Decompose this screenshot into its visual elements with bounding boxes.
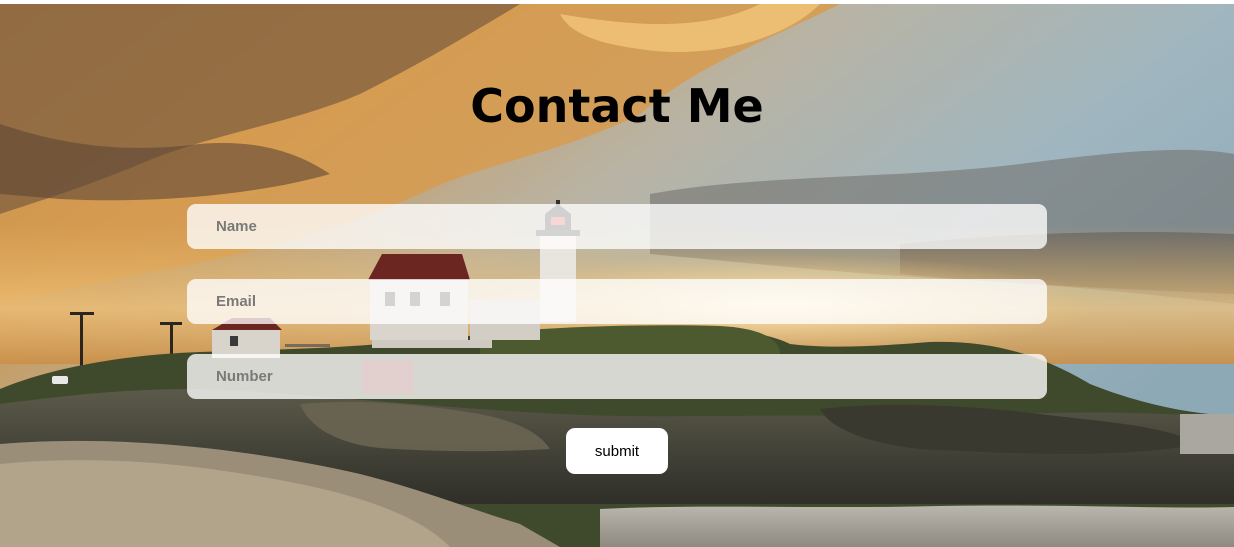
submit-button[interactable]: submit [566,428,668,474]
number-input[interactable] [187,354,1047,399]
name-input[interactable] [187,204,1047,249]
contact-page: Contact Me submit [0,0,1234,547]
email-input[interactable] [187,279,1047,324]
page-title: Contact Me [470,79,764,133]
